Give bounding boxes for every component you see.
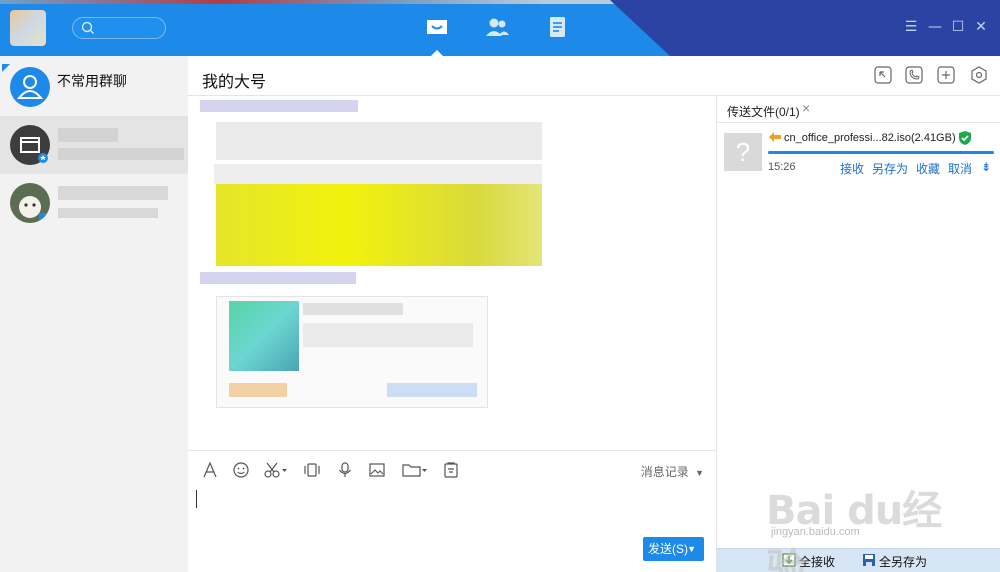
incoming-arrow-icon xyxy=(769,132,781,142)
blurred-message xyxy=(214,164,542,184)
clipboard-icon[interactable] xyxy=(442,461,460,479)
conversation-item[interactable] xyxy=(0,116,188,174)
tab-messages[interactable] xyxy=(424,14,454,44)
blurred-message-meta xyxy=(200,272,356,284)
chevron-down-icon: ▼ xyxy=(695,468,704,478)
watermark-text: Bai du经验 xyxy=(766,488,942,572)
blurred-preview xyxy=(58,208,158,218)
shake-icon[interactable] xyxy=(303,461,321,479)
cancel-button[interactable]: 取消 xyxy=(948,160,972,177)
add-icon[interactable] xyxy=(937,66,955,84)
security-check-icon xyxy=(959,131,971,145)
settings-icon[interactable] xyxy=(970,66,988,84)
tab-file-transfer[interactable]: 传送文件(0/1) xyxy=(727,103,800,120)
conversation-list: 不常用群聊 xyxy=(0,56,188,572)
more-options-icon[interactable]: ⇟ xyxy=(981,160,991,174)
message-history-button[interactable]: 消息记录 ▼ xyxy=(641,463,704,480)
tab-apps[interactable] xyxy=(545,14,575,44)
emoji-icon[interactable] xyxy=(232,461,250,479)
font-icon[interactable] xyxy=(201,461,219,479)
send-options-icon[interactable]: ▼ xyxy=(687,537,696,561)
shrink-icon[interactable] xyxy=(874,66,892,84)
user-avatar[interactable] xyxy=(10,10,46,46)
title-bar: ☰ — ☐ ✕ xyxy=(0,0,1000,56)
baidu-watermark: Bai du经验 jingyan.baidu.com xyxy=(766,470,956,572)
maximize-button[interactable]: ☐ xyxy=(949,18,967,36)
message-input[interactable]: 发送(S) ▼ xyxy=(188,488,716,572)
input-toolbar: 消息记录 ▼ xyxy=(188,450,716,488)
conversation-item[interactable] xyxy=(0,174,188,232)
tab-divider xyxy=(717,122,1000,123)
file-time: 15:26 xyxy=(768,161,796,173)
apps-icon xyxy=(550,17,565,37)
blurred-preview xyxy=(58,148,184,160)
file-unknown-icon: ? xyxy=(724,133,762,171)
blurred-name xyxy=(58,128,118,142)
watermark-url: jingyan.baidu.com xyxy=(771,526,860,538)
file-name: cn_office_professi...82.iso(2.41GB) xyxy=(784,132,956,144)
blurred-highlight-message xyxy=(216,184,542,266)
image-icon[interactable] xyxy=(368,461,386,479)
close-icon[interactable]: × xyxy=(802,100,810,116)
chat-title: 我的大号 xyxy=(202,74,267,91)
cat-avatar xyxy=(10,183,50,223)
phone-icon[interactable] xyxy=(905,66,923,84)
search-input[interactable] xyxy=(72,17,166,39)
close-button[interactable]: ✕ xyxy=(972,18,990,36)
blurred-thumbnail xyxy=(229,301,299,371)
search-icon xyxy=(81,21,94,34)
send-button[interactable]: 发送(S) ▼ xyxy=(643,537,704,561)
folder-icon[interactable] xyxy=(401,461,429,479)
minimize-button[interactable]: — xyxy=(926,18,944,36)
text-caret xyxy=(196,490,197,508)
favorite-button[interactable]: 收藏 xyxy=(916,160,940,177)
conversation-item-group[interactable]: 不常用群聊 xyxy=(0,58,188,116)
file-progress-fill xyxy=(768,151,994,154)
blurred-card xyxy=(216,296,488,408)
folder-icon xyxy=(10,125,50,165)
save-as-button[interactable]: 另存为 xyxy=(872,160,908,177)
menu-button[interactable]: ☰ xyxy=(902,18,920,36)
screenshot-icon[interactable] xyxy=(263,461,289,479)
send-label: 发送(S) xyxy=(648,542,688,556)
receive-button[interactable]: 接收 xyxy=(840,160,864,177)
blurred-message-meta xyxy=(200,100,358,112)
voice-icon[interactable] xyxy=(336,461,354,479)
messages-icon xyxy=(427,20,447,34)
group-icon xyxy=(10,67,50,107)
chat-messages xyxy=(188,96,716,450)
file-progress-bar xyxy=(768,151,994,154)
message-history-label: 消息记录 xyxy=(640,465,689,479)
conversation-name: 不常用群聊 xyxy=(57,73,127,89)
contacts-icon xyxy=(486,18,509,36)
tab-contacts[interactable] xyxy=(484,14,514,44)
chat-header: 我的大号 xyxy=(188,56,1000,96)
blurred-name xyxy=(58,186,168,200)
blurred-message xyxy=(216,122,542,160)
